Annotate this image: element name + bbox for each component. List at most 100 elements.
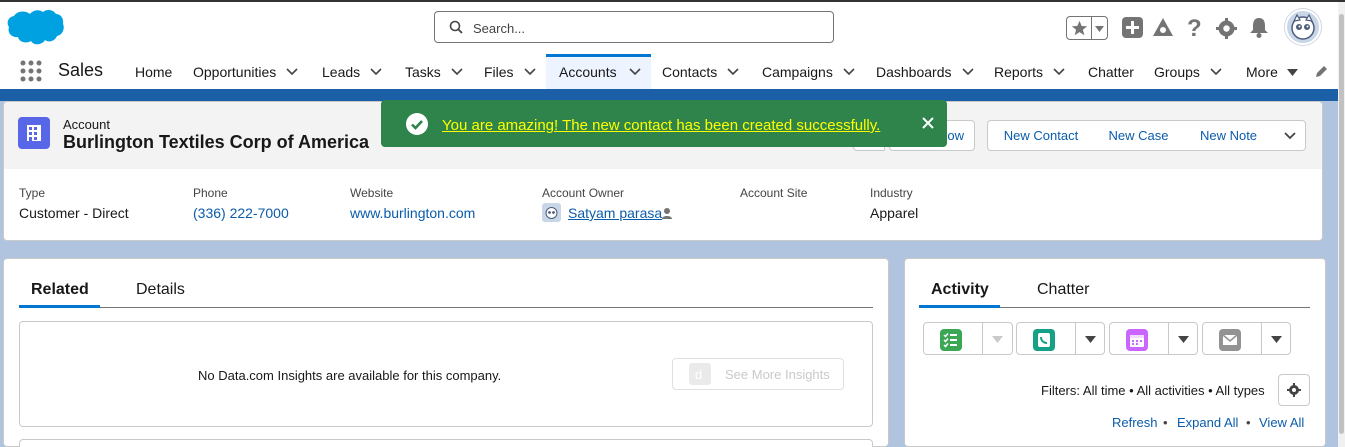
datacom-icon: d: [689, 363, 711, 385]
nav-item-label: Leads: [322, 64, 361, 80]
tab-related[interactable]: Related: [31, 281, 89, 299]
calendar-icon: [1126, 329, 1148, 351]
log-call-button[interactable]: [1016, 322, 1105, 355]
datacom-insights-card: No Data.com Insights are available for t…: [19, 321, 873, 427]
chevron-down-icon[interactable]: [523, 68, 536, 76]
chevron-down-icon[interactable]: [1085, 336, 1096, 343]
chevron-down-icon[interactable]: [1053, 68, 1065, 76]
send-email-button[interactable]: [1202, 322, 1291, 355]
gear-icon: [1287, 383, 1301, 397]
chevron-down-icon[interactable]: [1210, 68, 1222, 76]
field-value-account-owner[interactable]: Satyam parasa: [568, 205, 662, 221]
nav-item-chatter[interactable]: Chatter: [1088, 54, 1134, 90]
notifications-bell-icon[interactable]: [1249, 17, 1269, 38]
field-value-industry: Apparel: [870, 205, 919, 221]
nav-item-reports[interactable]: Reports: [994, 54, 1065, 90]
caret-down-icon[interactable]: [1286, 68, 1298, 76]
new-case-button[interactable]: New Case: [1094, 120, 1184, 151]
insights-empty-text: No Data.com Insights are available for t…: [198, 368, 502, 383]
success-check-icon: [406, 113, 428, 135]
edit-nav-pencil-icon[interactable]: [1314, 65, 1328, 79]
field-label-type: Type: [19, 186, 46, 200]
toast-message[interactable]: You are amazing! The new contact has bee…: [442, 117, 880, 134]
field-value-phone[interactable]: (336) 222-7000: [193, 205, 289, 221]
new-contact-button[interactable]: New Contact: [987, 120, 1095, 151]
task-icon: [940, 329, 962, 351]
nav-item-contacts[interactable]: Contacts: [662, 54, 739, 90]
page-scrollbar-thumb[interactable]: [1339, 14, 1344, 434]
expand-all-link[interactable]: Expand All: [1177, 415, 1238, 430]
change-owner-icon[interactable]: [661, 207, 674, 220]
record-object-label: Account: [63, 117, 110, 132]
related-list-card: [19, 439, 873, 447]
success-toast: You are amazing! The new contact has bee…: [381, 100, 947, 147]
see-more-insights-button[interactable]: d See More Insights: [672, 358, 844, 390]
field-label-website: Website: [350, 186, 394, 200]
new-task-button[interactable]: [923, 322, 1013, 355]
nav-item-tasks[interactable]: Tasks: [405, 54, 463, 90]
chevron-down-icon[interactable]: [1271, 336, 1282, 343]
refresh-link[interactable]: Refresh: [1112, 415, 1158, 430]
more-actions-button[interactable]: [1274, 120, 1306, 151]
nav-item-leads[interactable]: Leads: [322, 54, 382, 90]
nav-item-opportunities[interactable]: Opportunities: [193, 54, 298, 90]
tab-activity[interactable]: Activity: [931, 281, 989, 299]
svg-text:d: d: [695, 367, 702, 382]
chevron-down-icon[interactable]: [629, 68, 641, 76]
nav-item-more[interactable]: More: [1246, 54, 1298, 90]
new-note-button[interactable]: New Note: [1183, 120, 1275, 151]
new-case-button-label: New Case: [1108, 128, 1169, 143]
close-icon[interactable]: [922, 117, 934, 129]
chevron-down-icon[interactable]: [843, 68, 855, 76]
chevron-down-icon[interactable]: [992, 336, 1003, 343]
chevron-down-icon[interactable]: [961, 68, 974, 76]
add-icon[interactable]: [1122, 17, 1143, 38]
nav-item-files[interactable]: Files: [484, 54, 536, 90]
owner-avatar-icon: [542, 203, 561, 222]
chevron-down-icon[interactable]: [370, 68, 382, 76]
nav-item-label: Reports: [994, 64, 1044, 80]
chevron-down-icon[interactable]: [286, 68, 298, 76]
active-tab-indicator: [19, 305, 100, 308]
activity-active-tab-indicator: [919, 305, 1000, 308]
chevron-down-icon[interactable]: [451, 68, 463, 76]
global-header: ?: [0, 2, 1345, 54]
nav-item-groups[interactable]: Groups: [1154, 54, 1222, 90]
setup-gear-icon[interactable]: [1216, 18, 1237, 39]
app-launcher-icon[interactable]: [20, 60, 42, 82]
account-object-icon: [18, 117, 50, 149]
favorites-button[interactable]: [1066, 16, 1108, 40]
new-event-button[interactable]: [1109, 322, 1198, 355]
field-value-website[interactable]: www.burlington.com: [350, 205, 475, 221]
search-input[interactable]: [473, 18, 813, 38]
global-search-box[interactable]: [434, 11, 834, 43]
user-avatar[interactable]: [1285, 9, 1321, 45]
see-more-insights-label: See More Insights: [725, 366, 830, 382]
chevron-down-icon[interactable]: [727, 68, 739, 76]
help-icon[interactable]: ?: [1185, 16, 1203, 39]
activity-filter-settings-button[interactable]: [1278, 374, 1310, 406]
tab-divider: [19, 307, 873, 308]
nav-item-campaigns[interactable]: Campaigns: [762, 54, 855, 90]
email-icon: [1219, 329, 1241, 351]
tab-details[interactable]: Details: [136, 281, 185, 299]
view-all-link[interactable]: View All: [1259, 415, 1304, 430]
field-label-account-owner: Account Owner: [542, 186, 625, 200]
avatar-icon: [1291, 13, 1315, 40]
nav-item-label: Opportunities: [193, 64, 277, 80]
nav-item-label: Files: [484, 64, 514, 80]
trailhead-icon[interactable]: [1152, 17, 1174, 38]
nav-item-label: Groups: [1154, 64, 1200, 80]
nav-item-accounts[interactable]: Accounts: [546, 54, 651, 90]
nav-item-dashboards[interactable]: Dashboards: [876, 54, 974, 90]
nav-item-label: Tasks: [405, 64, 441, 80]
link-separator: •: [1246, 415, 1251, 430]
tab-chatter[interactable]: Chatter: [1037, 281, 1089, 299]
nav-item-home[interactable]: Home: [135, 54, 172, 90]
activity-filters-text: Filters: All time • All activities • All…: [1041, 383, 1265, 398]
chevron-down-icon[interactable]: [1178, 336, 1189, 343]
chevron-down-icon: [1095, 26, 1104, 32]
nav-item-label: More: [1246, 64, 1278, 80]
salesforce-logo-icon[interactable]: [6, 8, 64, 51]
star-icon: [1071, 20, 1088, 36]
